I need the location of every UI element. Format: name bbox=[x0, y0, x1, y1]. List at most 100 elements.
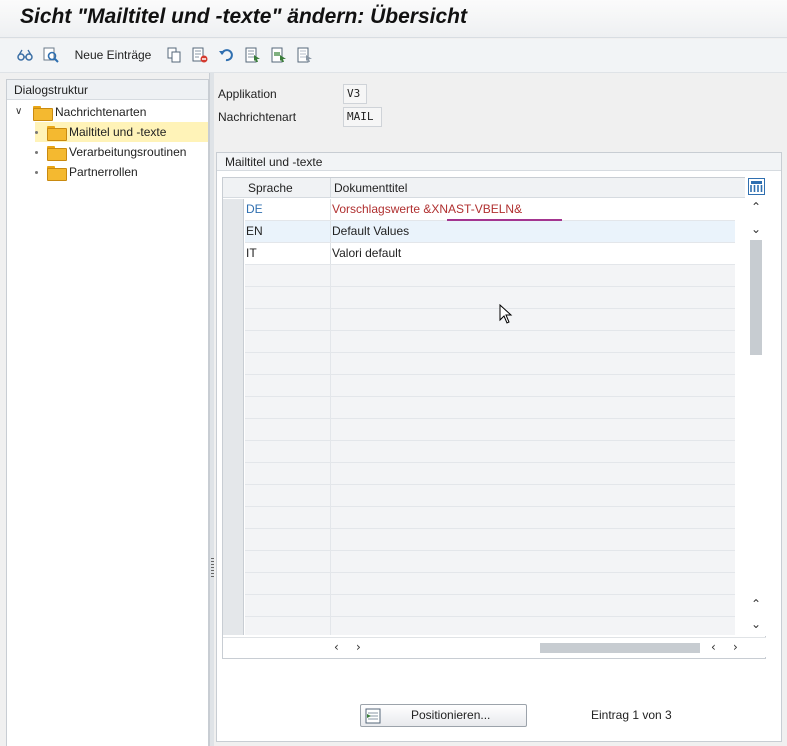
dialog-structure-panel: Dialogstruktur ∨ Nachrichtenarten Mailti… bbox=[6, 79, 209, 746]
tree-bullet bbox=[35, 150, 38, 154]
empty-cell[interactable] bbox=[331, 397, 735, 418]
scroll-down-icon[interactable]: ⌄ bbox=[751, 222, 761, 236]
empty-cell[interactable] bbox=[245, 397, 331, 418]
empty-cell[interactable] bbox=[245, 485, 331, 506]
empty-cell[interactable] bbox=[331, 375, 735, 396]
tree-node-verarbeitungsroutinen[interactable]: Verarbeitungsroutinen bbox=[35, 142, 186, 162]
tree-node-partnerrollen[interactable]: Partnerrollen bbox=[35, 162, 138, 182]
table-row-empty[interactable] bbox=[245, 287, 735, 309]
position-button-label: Positionieren... bbox=[411, 708, 491, 722]
scroll-page-up-icon[interactable]: ⌃ bbox=[751, 597, 761, 611]
chevron-down-icon[interactable]: ∨ bbox=[15, 102, 27, 122]
table-row[interactable]: EN Default Values bbox=[245, 221, 735, 243]
copy-button[interactable] bbox=[164, 45, 184, 65]
column-header-sprache[interactable]: Sprache bbox=[245, 178, 331, 198]
empty-cell[interactable] bbox=[245, 419, 331, 440]
vertical-scrollbar[interactable]: ⌃ ⌄ ⌃ ⌄ bbox=[745, 177, 767, 636]
empty-cell[interactable] bbox=[331, 331, 735, 352]
table-row-empty[interactable] bbox=[245, 507, 735, 529]
table-row-empty[interactable] bbox=[245, 551, 735, 573]
entry-info: Eintrag 1 von 3 bbox=[591, 708, 672, 722]
empty-cell[interactable] bbox=[245, 265, 331, 286]
empty-cell[interactable] bbox=[331, 573, 735, 594]
table-row[interactable]: IT Valori default bbox=[245, 243, 735, 265]
table-settings-icon[interactable] bbox=[748, 178, 765, 195]
empty-cell[interactable] bbox=[331, 595, 735, 616]
empty-cell[interactable] bbox=[245, 309, 331, 330]
table-row-empty[interactable] bbox=[245, 375, 735, 397]
table-row-empty[interactable] bbox=[245, 441, 735, 463]
delete-button[interactable] bbox=[190, 45, 210, 65]
splitter-grip[interactable] bbox=[211, 558, 214, 578]
deselect-all-button[interactable] bbox=[295, 45, 315, 65]
scroll-left-icon[interactable]: ‹ bbox=[334, 640, 339, 654]
empty-cell[interactable] bbox=[245, 287, 331, 308]
empty-cell[interactable] bbox=[245, 375, 331, 396]
cell-title[interactable]: Vorschlagswerte &XNAST-VBELN& bbox=[331, 199, 735, 220]
vertical-scroll-thumb[interactable] bbox=[750, 240, 762, 355]
scroll-up-icon[interactable]: ⌃ bbox=[751, 200, 761, 214]
scroll-left-end-icon[interactable]: ‹ bbox=[711, 640, 716, 654]
tree-bullet bbox=[35, 130, 38, 134]
empty-cell[interactable] bbox=[331, 617, 735, 635]
select-all-button[interactable] bbox=[243, 45, 263, 65]
empty-cell[interactable] bbox=[331, 529, 735, 550]
table-row-empty[interactable] bbox=[245, 529, 735, 551]
table-row-empty[interactable] bbox=[245, 463, 735, 485]
table-row-empty[interactable] bbox=[245, 331, 735, 353]
table-row[interactable]: DE Vorschlagswerte &XNAST-VBELN& bbox=[245, 199, 735, 242]
scroll-right-end-icon[interactable]: › bbox=[733, 640, 738, 654]
horizontal-scroll-thumb[interactable] bbox=[540, 643, 700, 653]
empty-cell[interactable] bbox=[245, 353, 331, 374]
empty-cell[interactable] bbox=[245, 529, 331, 550]
new-entries-button[interactable]: Neue Einträge bbox=[71, 45, 155, 65]
column-header-dokumenttitel[interactable]: Dokumenttitel bbox=[331, 178, 735, 198]
empty-cell[interactable] bbox=[245, 551, 331, 572]
empty-cell[interactable] bbox=[331, 441, 735, 462]
empty-cell[interactable] bbox=[331, 353, 735, 374]
table-row-empty[interactable] bbox=[245, 485, 735, 507]
empty-cell[interactable] bbox=[331, 265, 735, 286]
display-change-button[interactable] bbox=[15, 45, 35, 65]
table-row-empty[interactable] bbox=[245, 573, 735, 595]
horizontal-scrollbar[interactable]: ‹ › ‹ › bbox=[223, 637, 766, 657]
table-row-empty[interactable] bbox=[245, 617, 735, 635]
panel-splitter[interactable] bbox=[209, 73, 214, 746]
empty-cell[interactable] bbox=[245, 573, 331, 594]
empty-cell[interactable] bbox=[245, 331, 331, 352]
empty-cell[interactable] bbox=[331, 507, 735, 528]
empty-cell[interactable] bbox=[245, 463, 331, 484]
table-row-empty[interactable] bbox=[245, 595, 735, 617]
undo-button[interactable] bbox=[216, 45, 236, 65]
cell-language[interactable]: IT bbox=[245, 243, 331, 264]
table-row-empty[interactable] bbox=[245, 309, 735, 331]
empty-cell[interactable] bbox=[245, 507, 331, 528]
position-button[interactable]: Positionieren... bbox=[360, 704, 527, 727]
table-row-empty[interactable] bbox=[245, 353, 735, 375]
cell-title[interactable]: Valori default bbox=[331, 243, 735, 264]
table-row-empty[interactable] bbox=[245, 397, 735, 419]
empty-cell[interactable] bbox=[331, 485, 735, 506]
tree-node-mailtitel[interactable]: Mailtitel und -texte bbox=[35, 122, 208, 142]
cell-language[interactable]: EN bbox=[245, 221, 331, 242]
empty-cell[interactable] bbox=[245, 441, 331, 462]
toolbar: Neue Einträge bbox=[0, 39, 787, 73]
find-button[interactable] bbox=[41, 45, 61, 65]
empty-cell[interactable] bbox=[245, 617, 331, 635]
tree-node-nachrichtenarten[interactable]: ∨ Nachrichtenarten bbox=[15, 102, 146, 122]
scroll-page-down-icon[interactable]: ⌄ bbox=[751, 617, 761, 631]
empty-cell[interactable] bbox=[245, 595, 331, 616]
cell-title[interactable]: Default Values bbox=[331, 221, 735, 242]
empty-cell[interactable] bbox=[331, 551, 735, 572]
table-row-empty[interactable] bbox=[245, 419, 735, 441]
scroll-right-icon[interactable]: › bbox=[356, 640, 361, 654]
table-row-empty[interactable] bbox=[245, 265, 735, 287]
empty-cell[interactable] bbox=[331, 463, 735, 484]
page-title: Sicht "Mailtitel und -texte" ändern: Übe… bbox=[20, 5, 467, 28]
cell-language[interactable]: DE bbox=[245, 199, 331, 220]
row-selector-column[interactable] bbox=[223, 199, 244, 635]
select-block-button[interactable] bbox=[269, 45, 289, 65]
empty-cell[interactable] bbox=[331, 419, 735, 440]
empty-cell[interactable] bbox=[331, 287, 735, 308]
empty-cell[interactable] bbox=[331, 309, 735, 330]
